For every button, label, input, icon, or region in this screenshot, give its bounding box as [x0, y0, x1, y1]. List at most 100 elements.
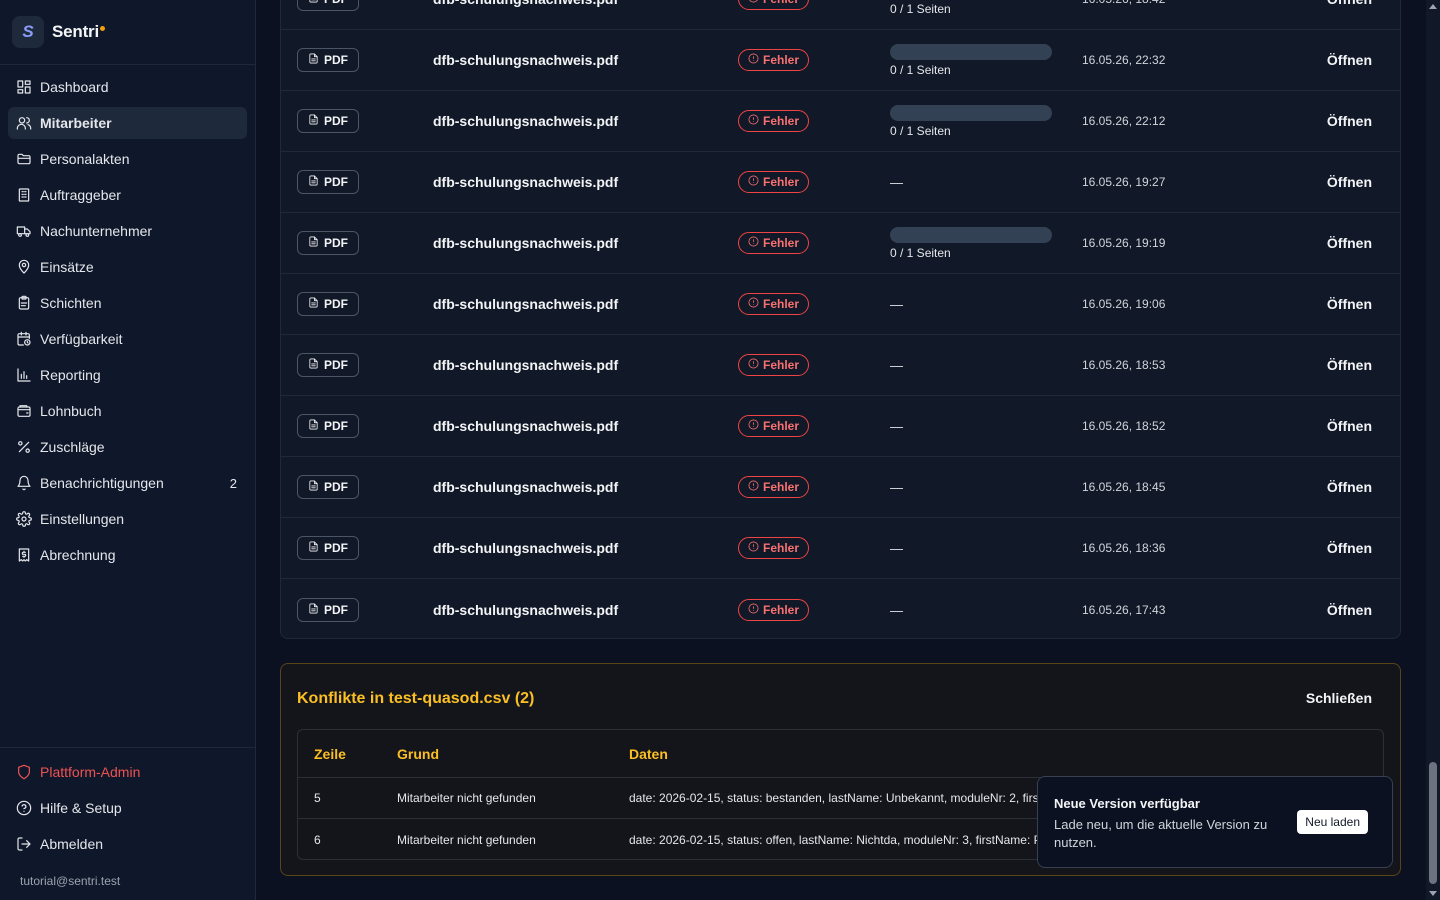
open-button[interactable]: Öffnen	[1327, 235, 1372, 251]
file-name: dfb-schulungsnachweis.pdf	[433, 52, 619, 68]
update-toast: Neue Version verfügbar Lade neu, um die …	[1037, 776, 1393, 868]
table-row: PDF dfb-schulungsnachweis.pdf Fehler — 16.05…	[281, 579, 1400, 638]
sidebar-item-label: Abmelden	[40, 836, 104, 852]
alert-circle-icon	[748, 114, 759, 128]
open-button[interactable]: Öffnen	[1327, 52, 1372, 68]
progress-bar	[890, 226, 1052, 243]
conflict-line: 6	[314, 832, 321, 847]
file-icon	[308, 236, 319, 250]
open-button[interactable]: Öffnen	[1327, 113, 1372, 129]
file-type-badge: PDF	[297, 292, 359, 316]
sidebar-item-dashboard[interactable]: Dashboard	[8, 71, 247, 103]
scroll-thumb[interactable]	[1429, 762, 1437, 884]
alert-circle-icon	[748, 175, 759, 189]
open-button[interactable]: Öffnen	[1327, 602, 1372, 618]
progress-text: 0 / 1 Seiten	[890, 245, 951, 260]
status-badge: Fehler	[738, 293, 810, 315]
upload-date: 16.05.26, 19:27	[1082, 175, 1166, 189]
open-button[interactable]: Öffnen	[1327, 357, 1372, 373]
file-icon	[308, 603, 319, 617]
upload-date: 16.05.26, 22:32	[1082, 53, 1166, 67]
progress-cell: —	[890, 357, 1052, 373]
progress-text: —	[890, 480, 903, 495]
sidebar-item-schichten[interactable]: Schichten	[8, 287, 247, 319]
scrollbar[interactable]	[1426, 0, 1440, 900]
progress-cell: —	[890, 602, 1052, 618]
table-row: PDF dfb-schulungsnachweis.pdf Fehler 0 / 1…	[281, 30, 1400, 91]
open-button[interactable]: Öffnen	[1327, 540, 1372, 556]
progress-text: —	[890, 175, 903, 190]
table-row: PDF dfb-schulungsnachweis.pdf Fehler 0 / 1…	[281, 0, 1400, 30]
status-badge: Fehler	[738, 171, 810, 193]
sidebar-item-zuschläge[interactable]: Zuschläge	[8, 431, 247, 463]
status-badge: Fehler	[738, 537, 810, 559]
alert-circle-icon	[748, 297, 759, 311]
file-icon	[308, 480, 319, 494]
table-row: PDF dfb-schulungsnachweis.pdf Fehler — 16.05…	[281, 274, 1400, 335]
sidebar-item-einstellungen[interactable]: Einstellungen	[8, 503, 247, 535]
notification-count-badge: 2	[229, 475, 237, 491]
status-badge: Fehler	[738, 0, 810, 10]
bell-icon	[16, 475, 32, 491]
column-header-reason: Grund	[397, 745, 439, 762]
file-type-badge: PDF	[297, 353, 359, 377]
conflict-line: 5	[314, 791, 321, 805]
sidebar-item-verfügbarkeit[interactable]: Verfügbarkeit	[8, 323, 247, 355]
sidebar-item-einsätze[interactable]: Einsätze	[8, 251, 247, 283]
open-button[interactable]: Öffnen	[1327, 479, 1372, 495]
upload-date: 16.05.26, 19:06	[1082, 297, 1166, 311]
file-name: dfb-schulungsnachweis.pdf	[433, 0, 618, 7]
sidebar-item-personalakten[interactable]: Personalakten	[8, 143, 247, 175]
progress-text: —	[890, 541, 903, 556]
column-header-data: Daten	[629, 745, 668, 762]
receipt-icon	[16, 547, 32, 563]
file-icon	[308, 297, 319, 311]
scroll-down-icon[interactable]	[1429, 891, 1437, 896]
file-type-badge: PDF	[297, 414, 359, 438]
sidebar-item-reporting[interactable]: Reporting	[8, 359, 247, 391]
sidebar-item-lohnbuch[interactable]: Lohnbuch	[8, 395, 247, 427]
conflict-data: date: 2026-02-15, status: offen, lastNam…	[629, 832, 1058, 847]
clipboard-icon	[16, 295, 32, 311]
brand[interactable]: S Sentri	[0, 0, 255, 65]
sidebar-item-hilfe-setup[interactable]: Hilfe & Setup	[8, 792, 247, 824]
progress-text: —	[890, 358, 903, 373]
sidebar-item-label: Einstellungen	[40, 511, 125, 527]
status-badge: Fehler	[738, 232, 810, 254]
document-table: PDF dfb-schulungsnachweis.pdf Fehler 0 / 1…	[280, 0, 1401, 639]
progress-text: —	[890, 602, 903, 618]
table-row: PDF dfb-schulungsnachweis.pdf Fehler 0 / 1…	[281, 91, 1400, 152]
file-icon	[308, 53, 319, 67]
logout-icon	[16, 836, 32, 852]
sidebar-item-auftraggeber[interactable]: Auftraggeber	[8, 179, 247, 211]
progress-bar	[890, 43, 1052, 60]
table-row: PDF dfb-schulungsnachweis.pdf Fehler — 16.05…	[281, 335, 1400, 396]
sidebar-item-abmelden[interactable]: Abmelden	[8, 828, 247, 860]
close-button[interactable]: Schließen	[1306, 690, 1372, 706]
logo-icon: S	[12, 16, 44, 48]
progress-cell: —	[890, 418, 1052, 434]
file-icon	[308, 114, 319, 128]
sidebar-item-plattform-admin[interactable]: Plattform-Admin	[8, 756, 247, 788]
sidebar-item-nachunternehmer[interactable]: Nachunternehmer	[8, 215, 247, 247]
sidebar-item-mitarbeiter[interactable]: Mitarbeiter	[8, 107, 247, 139]
status-badge: Fehler	[738, 598, 810, 621]
table-row: PDF dfb-schulungsnachweis.pdf Fehler 0 / 1…	[281, 213, 1400, 274]
progress-cell: —	[890, 479, 1052, 495]
sidebar-item-label: Mitarbeiter	[40, 115, 112, 131]
open-button[interactable]: Öffnen	[1327, 418, 1372, 434]
file-type-badge: PDF	[297, 231, 359, 255]
sidebar-item-benachrichtigungen[interactable]: Benachrichtigungen 2	[8, 467, 247, 499]
progress-cell: —	[890, 174, 1052, 190]
scroll-up-icon[interactable]	[1429, 4, 1437, 9]
open-button[interactable]: Öffnen	[1327, 0, 1372, 7]
alert-circle-icon	[748, 541, 759, 555]
sidebar-item-abrechnung[interactable]: Abrechnung	[8, 539, 247, 571]
file-type-badge: PDF	[297, 109, 359, 133]
reload-button[interactable]: Neu laden	[1297, 810, 1368, 834]
open-button[interactable]: Öffnen	[1327, 296, 1372, 312]
progress-text: 0 / 1 Seiten	[890, 62, 951, 77]
progress-bar	[890, 104, 1052, 121]
open-button[interactable]: Öffnen	[1327, 174, 1372, 190]
file-name: dfb-schulungsnachweis.pdf	[433, 235, 619, 251]
